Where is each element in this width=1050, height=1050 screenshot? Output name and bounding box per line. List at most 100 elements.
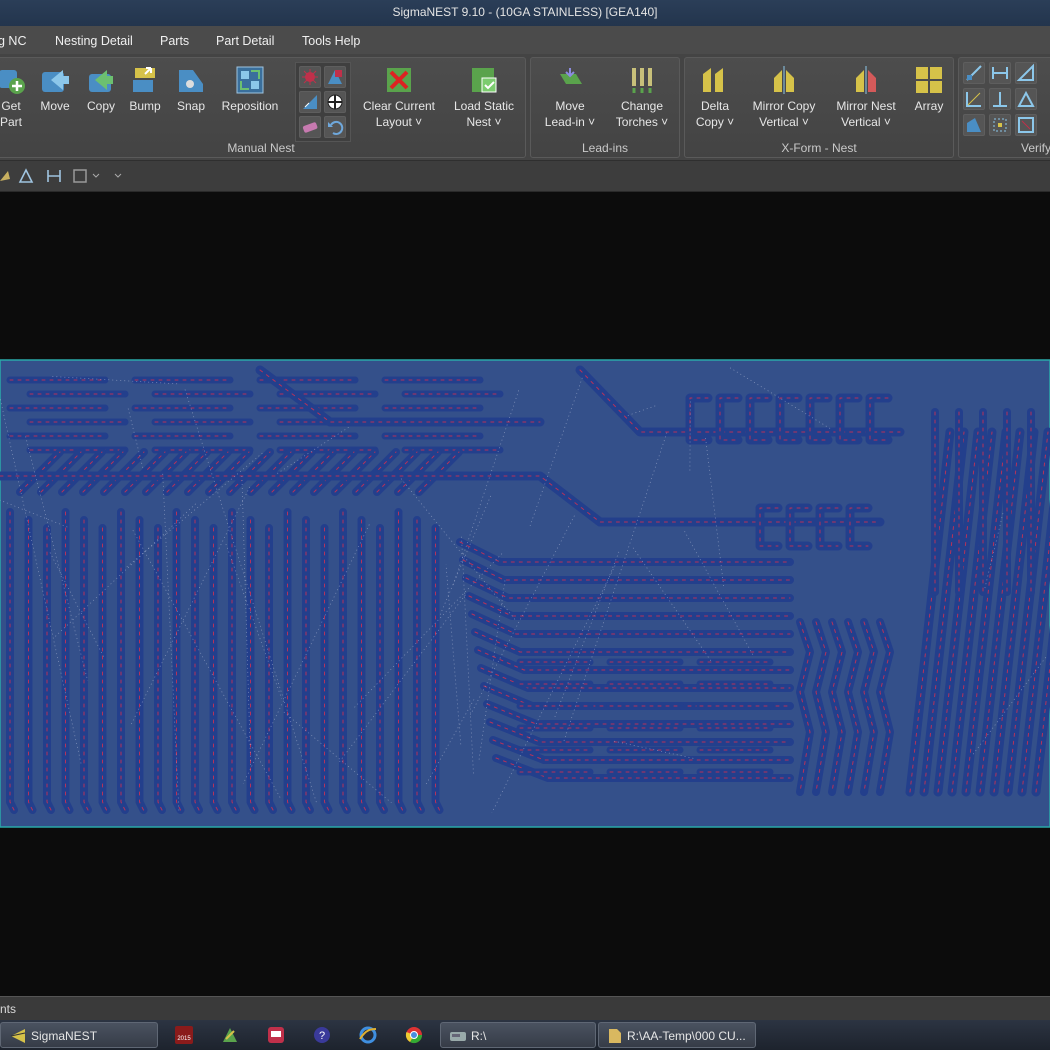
verify-tool-9[interactable] [1015,114,1037,136]
nested-part[interactable] [320,524,333,814]
move-button[interactable]: Move [35,64,75,114]
nested-part[interactable] [6,508,18,814]
nested-part[interactable] [191,516,203,814]
menu-nc[interactable]: g NC [0,34,26,48]
nested-part[interactable] [357,516,370,814]
load-static-nest-label-1: Load Static [453,99,515,113]
nested-part[interactable] [246,516,259,814]
nested-part[interactable] [339,508,351,814]
verify-tool-7[interactable] [963,114,985,136]
nested-part[interactable] [135,516,148,814]
measure-icon [303,95,317,109]
move-lead-in-button[interactable]: Move Lead-in ˅ [539,64,601,130]
taskbar-internet-explorer-icon[interactable] [358,1025,378,1045]
nested-part[interactable] [24,516,37,814]
menu-parts[interactable]: Parts [160,34,189,48]
bump-button[interactable]: Bump [125,64,165,114]
eraser-icon [302,122,318,133]
nested-part[interactable] [172,508,185,814]
taskbar-explorer-temp-button[interactable]: R:\AA-Temp\000 CU... [598,1022,756,1048]
change-torches-label-1: Change [620,99,664,113]
verify-tools-grid [961,60,1050,140]
menu-nesting-detail[interactable]: Nesting Detail [55,34,133,48]
mirror-copy-vertical-label-2: Vertical [759,115,799,129]
verify-tool-6[interactable] [1015,88,1037,110]
profile-icon [967,118,981,132]
undo-tool-button[interactable] [324,116,346,138]
delta-copy-button[interactable]: Delta Copy ˅ [691,64,739,130]
nested-part[interactable] [154,524,166,814]
verify-tool-2[interactable] [989,62,1011,84]
nested-part[interactable] [80,516,92,814]
mirror-nest-vertical-button[interactable]: Mirror Nest Vertical ˅ [829,64,903,130]
taskbar-sigmanest-label: SigmaNEST [31,1029,98,1043]
copy-button[interactable]: Copy [81,64,121,114]
menu-tools-help[interactable]: Tools Help [302,34,360,48]
copy-label: Copy [86,99,115,113]
snap-label: Snap [176,99,206,113]
sigmanest-app-icon [10,1029,26,1043]
move-label: Move [40,99,70,113]
load-static-nest-icon [472,68,497,93]
svg-text:?: ? [319,1030,325,1042]
dimension-icon [966,65,982,81]
reposition-button[interactable]: Reposition [219,64,281,114]
change-torches-button[interactable]: Change Torches ˅ [609,64,675,130]
folder-icon [609,1029,621,1043]
bump-label: Bump [129,99,161,113]
get-part-label-1: Get [1,99,21,113]
burst-icon [302,69,318,85]
nested-part[interactable] [283,508,296,814]
center-tool-button[interactable] [324,91,346,113]
drive-icon [450,1032,466,1041]
get-part-icon [0,70,25,94]
manual-nest-group-label: Manual Nest [227,141,295,155]
quick-access-icons[interactable] [0,167,130,185]
array-button[interactable]: Array [909,64,949,114]
nest-canvas[interactable] [0,192,1050,996]
taskbar-chrome-icon[interactable] [404,1025,424,1045]
verify-tool-3[interactable] [1015,62,1037,84]
nested-part[interactable] [98,524,111,814]
load-static-nest-button[interactable]: Load Static Nest ˅ [449,64,519,130]
nested-part[interactable] [431,524,444,814]
taskbar-help-icon[interactable]: ? [312,1025,332,1045]
measure-tool-button[interactable] [299,91,321,113]
taskbar-red-app-icon[interactable] [266,1025,286,1045]
menu-part-detail[interactable]: Part Detail [216,34,274,48]
move-lead-in-label-1: Move [555,99,585,113]
nested-part[interactable] [209,524,222,814]
reposition-icon [236,66,264,94]
clear-current-layout-button[interactable]: Clear Current Layout ˅ [359,64,439,130]
nested-part[interactable] [228,508,240,814]
shape-icon [328,70,342,84]
get-part-button[interactable]: Get Part [0,64,25,130]
nested-part[interactable] [376,524,388,814]
burst-tool-button[interactable] [299,66,321,88]
taskbar-explorer-r-button[interactable]: R:\ [440,1022,596,1048]
nested-part[interactable] [302,516,314,814]
nested-part[interactable] [117,508,129,814]
move-lead-in-icon [560,68,582,84]
verify-tool-4[interactable] [963,88,985,110]
mirror-copy-icon [774,66,794,94]
taskbar-tools-icon[interactable] [220,1025,240,1045]
menu-bar: g NC Nesting Detail Parts Part Detail To… [0,26,1050,54]
verify-group-label: Verify [1021,141,1050,155]
mirror-copy-vertical-button[interactable]: Mirror Copy Vertical ˅ [747,64,821,130]
nest-plate-view[interactable] [0,192,1050,996]
snap-button[interactable]: Snap [171,64,211,114]
taskbar-sigmanest-button[interactable]: SigmaNEST [0,1022,158,1048]
verify-tool-5[interactable] [989,88,1011,110]
nested-part[interactable] [413,516,425,814]
verify-tool-1[interactable] [963,62,985,84]
nested-part[interactable] [43,524,55,814]
shape-tool-button[interactable] [324,66,346,88]
mirror-nest-vertical-label-2: Vertical [841,115,881,129]
reposition-label: Reposition [221,99,279,113]
move-lead-in-chevron-icon: ˅ [588,115,596,129]
eraser-tool-button[interactable] [299,116,321,138]
verify-tool-8[interactable] [989,114,1011,136]
taskbar-2015-app-icon[interactable]: 2015 [174,1025,194,1045]
nested-part[interactable] [61,508,74,814]
